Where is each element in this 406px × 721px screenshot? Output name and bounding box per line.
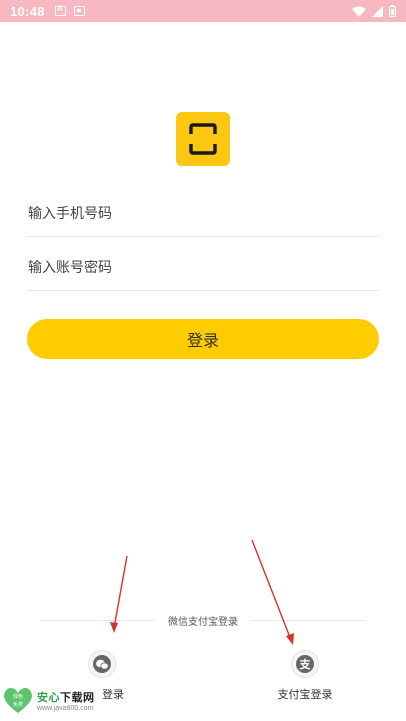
- card-notification-icon: [73, 6, 85, 16]
- status-bar: 10:48: [0, 0, 406, 22]
- alipay-login-button[interactable]: 支 支付宝登录: [270, 650, 340, 702]
- alipay-login-label: 支付宝登录: [277, 688, 333, 701]
- signal-icon: [372, 5, 383, 17]
- battery-icon: [389, 5, 396, 17]
- phone-field-row: [27, 191, 379, 237]
- annotation-arrow-left: [113, 555, 128, 629]
- divider-line-left: [40, 620, 155, 621]
- watermark: 绿色 免费 安心下载网 www.java800.com: [2, 686, 95, 714]
- watermark-title-dark: 下载网: [60, 690, 95, 704]
- scan-frame-icon: [189, 123, 217, 155]
- wechat-login-label: 登录: [102, 688, 124, 701]
- alipay-icon-circle: 支: [291, 650, 319, 678]
- watermark-badge-bottom: 免费: [13, 701, 23, 708]
- annotation-arrowhead-right: [286, 633, 294, 645]
- password-input[interactable]: [27, 259, 379, 276]
- status-system-icons: [352, 5, 396, 17]
- watermark-title: 安心下载网: [37, 689, 95, 705]
- status-notification-icons: [54, 4, 85, 16]
- watermark-title-green: 安心: [37, 690, 60, 704]
- watermark-heart-logo: 绿色 免费: [4, 687, 32, 713]
- wifi-icon: [352, 6, 366, 17]
- wechat-icon-circle: [88, 650, 116, 678]
- watermark-text: 安心下载网 www.java800.com: [37, 689, 95, 712]
- phone-input[interactable]: [27, 205, 379, 222]
- alipay-icon: 支: [296, 655, 314, 673]
- font-notification-icon: [54, 4, 66, 16]
- divider-line-right: [251, 620, 365, 621]
- watermark-badge-top: 绿色: [13, 693, 23, 700]
- status-time: 10:48: [10, 3, 45, 19]
- app-logo: [176, 112, 230, 166]
- login-button[interactable]: 登录: [27, 319, 379, 359]
- password-field-row: [27, 245, 379, 291]
- wechat-icon: [93, 655, 111, 673]
- annotation-arrowhead-left: [110, 622, 118, 633]
- annotation-arrow-right: [251, 539, 292, 641]
- watermark-url: www.java800.com: [37, 704, 94, 712]
- third-party-divider-label: 微信支付宝登录: [168, 617, 238, 628]
